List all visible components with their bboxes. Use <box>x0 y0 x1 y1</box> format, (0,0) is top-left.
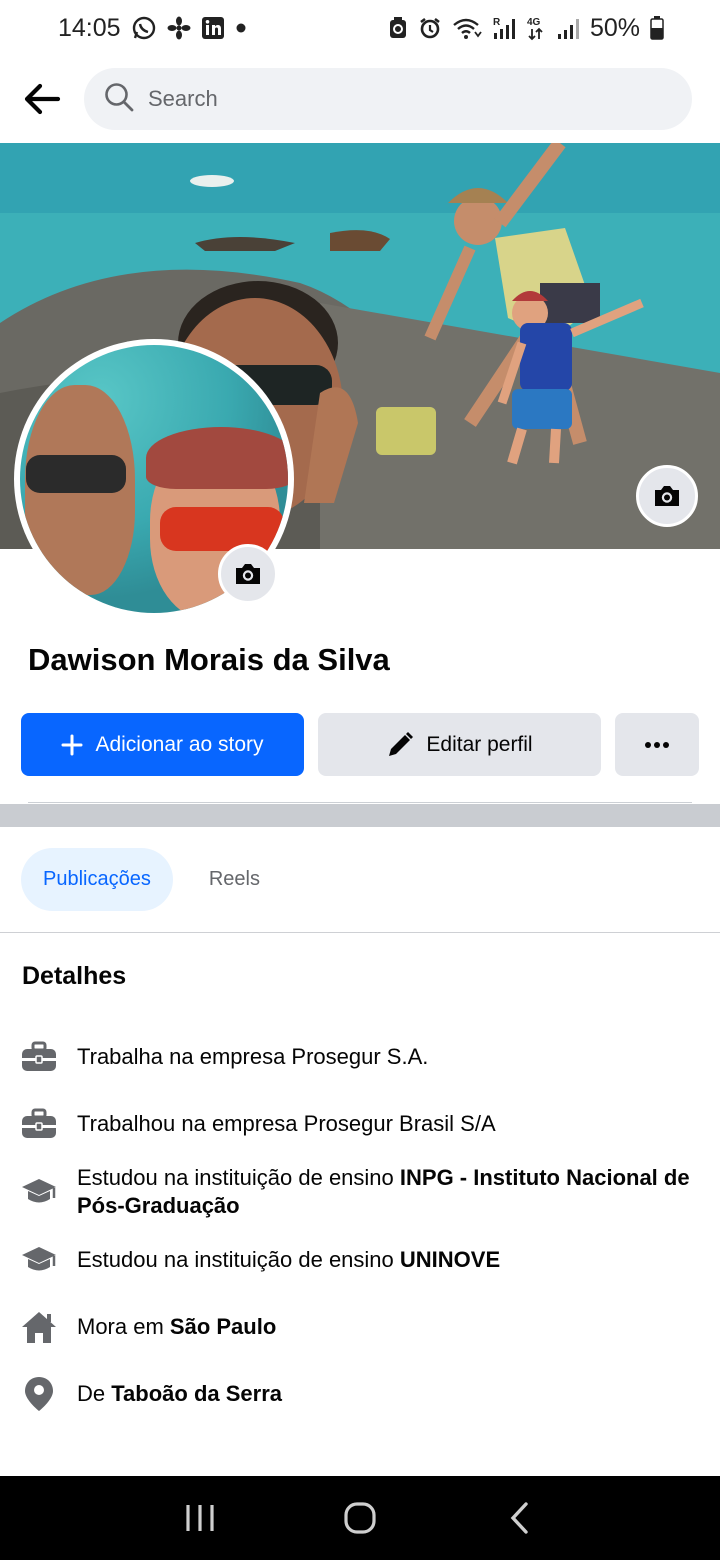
battery-icon <box>650 16 664 40</box>
detail-item-education-uninove: Estudou na instituição de ensino UNINOVE <box>20 1233 700 1287</box>
status-time: 14:05 <box>58 13 121 42</box>
back-arrow-icon <box>24 83 61 115</box>
detail-item-from: De Taboão da Serra <box>20 1367 700 1421</box>
tabs-divider <box>0 932 720 933</box>
signal-r-icon: R <box>492 15 516 41</box>
detail-text: Trabalhou na empresa Prosegur Brasil S/A <box>77 1111 496 1136</box>
edit-profile-label: Editar perfil <box>426 732 533 756</box>
profile-actions: Adicionar ao story Editar perfil <box>21 713 699 776</box>
home-icon <box>20 1308 58 1346</box>
4g-icon: 4G <box>526 15 546 41</box>
search-icon <box>104 82 134 117</box>
divider <box>28 802 692 803</box>
detail-text: De Taboão da Serra <box>77 1381 283 1406</box>
tab-publicacoes[interactable]: Publicações <box>21 848 173 911</box>
back-button[interactable] <box>20 77 64 121</box>
linkedin-icon <box>201 16 225 40</box>
detail-item-work-past: Trabalhou na empresa Prosegur Brasil S/A <box>20 1097 700 1151</box>
graduation-cap-icon <box>20 1173 58 1211</box>
profile-name: Dawison Morais da Silva <box>28 642 390 677</box>
svg-text:4G: 4G <box>527 17 541 28</box>
detail-item-work-current: Trabalha na empresa Prosegur S.A. <box>20 1030 700 1084</box>
notification-dot-icon <box>235 22 247 34</box>
signal-icon <box>556 16 580 40</box>
add-to-story-label: Adicionar ao story <box>95 732 264 756</box>
briefcase-icon <box>20 1105 58 1143</box>
detail-text: Estudou na instituição de ensino UNINOVE <box>77 1247 501 1272</box>
search-input[interactable] <box>148 86 568 112</box>
plus-icon <box>61 734 83 755</box>
details-heading: Detalhes <box>22 962 127 990</box>
detail-text: Mora em São Paulo <box>77 1314 277 1339</box>
alarm-icon <box>418 16 442 40</box>
edit-profile-button[interactable]: Editar perfil <box>318 713 601 776</box>
detail-text: Trabalha na empresa Prosegur S.A. <box>77 1044 429 1069</box>
search-bar[interactable] <box>84 68 692 130</box>
section-separator <box>0 804 720 827</box>
whatsapp-icon <box>131 15 157 41</box>
more-options-button[interactable] <box>615 713 699 776</box>
add-to-story-button[interactable]: Adicionar ao story <box>21 713 304 776</box>
recycle-icon <box>388 16 408 40</box>
detail-item-education-inpg: Estudou na instituição de ensino INPG - … <box>20 1164 700 1220</box>
camera-icon <box>655 486 679 506</box>
tab-reels[interactable]: Reels <box>187 848 282 911</box>
home-circle-icon <box>344 1502 376 1534</box>
svg-text:R: R <box>493 17 501 28</box>
camera-icon <box>236 564 260 584</box>
chevron-left-icon <box>510 1502 528 1534</box>
battery-level: 50% <box>589 13 640 42</box>
detail-text: Estudou na instituição de ensino INPG - … <box>77 1165 690 1218</box>
home-button[interactable] <box>330 1488 390 1548</box>
edit-profile-picture-button[interactable] <box>218 544 278 604</box>
recent-apps-button[interactable] <box>170 1488 230 1548</box>
top-header <box>0 56 720 142</box>
fan-icon <box>167 16 191 40</box>
details-list: Trabalha na empresa Prosegur S.A. Trabal… <box>20 1030 700 1434</box>
recent-apps-icon <box>186 1505 214 1531</box>
status-bar: 14:05 R 4G 50% <box>0 0 720 56</box>
location-pin-icon <box>20 1375 58 1413</box>
detail-item-lives-in: Mora em São Paulo <box>20 1300 700 1354</box>
wifi-icon <box>452 16 482 40</box>
profile-tabs: Publicações Reels <box>21 848 282 911</box>
graduation-cap-icon <box>20 1241 58 1279</box>
briefcase-icon <box>20 1038 58 1076</box>
android-navigation-bar <box>0 1476 720 1560</box>
system-back-button[interactable] <box>490 1488 550 1548</box>
more-dots-icon <box>645 741 669 748</box>
pencil-icon <box>389 731 414 756</box>
edit-cover-camera-button[interactable] <box>636 465 698 527</box>
